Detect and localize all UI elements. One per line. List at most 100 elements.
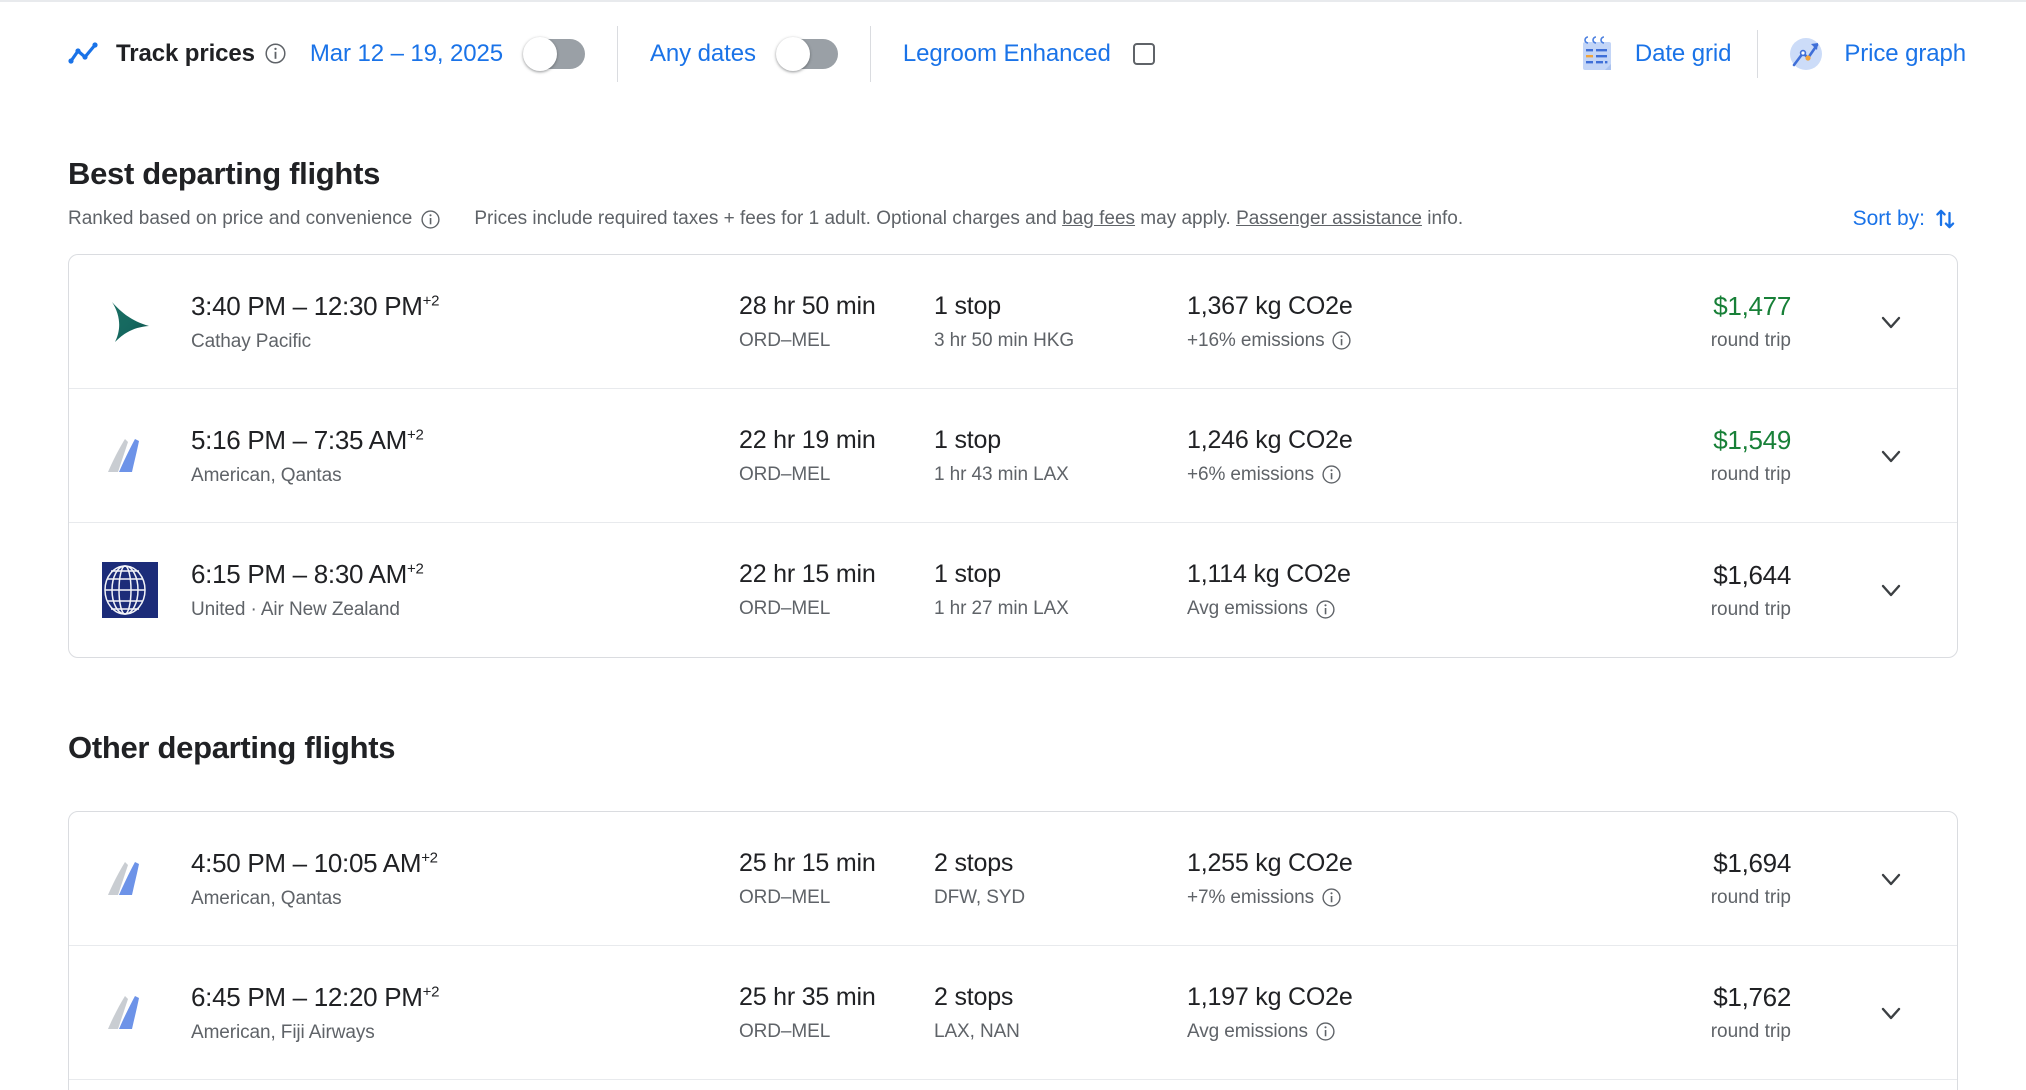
sort-by-label: Sort by: — [1853, 207, 1925, 231]
prices-disclaimer: Prices include required taxes + fees for… — [474, 208, 1463, 230]
price-cell: $1,644round trip — [1517, 560, 1853, 621]
flight-row[interactable]: 3:40 PM – 12:30 PM+2 Cathay Pacific28 hr … — [69, 255, 1957, 389]
section-subtitle: Ranked based on price and convenience Pr… — [68, 206, 1958, 232]
airline-name: American, Qantas — [191, 888, 739, 910]
flight-route: ORD–MEL — [739, 330, 934, 352]
price-cell: $1,477round trip — [1517, 291, 1853, 352]
expand-flight-button[interactable] — [1853, 577, 1929, 603]
price-trip-type: round trip — [1517, 1021, 1791, 1043]
layover-detail: 3 hr 50 min HKG — [934, 330, 1187, 352]
emissions-comparison: +16% emissions — [1187, 330, 1351, 352]
filters-toolbar: Track prices Mar 12 – 19, 2025 Any dates… — [0, 0, 2026, 105]
american-airlines-logo — [101, 850, 159, 908]
price-cell: $1,694round trip — [1517, 848, 1853, 909]
chevron-down-icon — [1878, 309, 1904, 335]
flight-row[interactable]: 4:50 PM – 10:05 AM+2American, Qantas25 h… — [69, 812, 1957, 946]
other-section-title: Other departing flights — [68, 730, 1958, 766]
flight-times: 4:50 PM – 10:05 AM+2 — [191, 848, 739, 879]
airline-name: American, Qantas — [191, 465, 739, 487]
flight-row[interactable]: 6:45 PM – 12:20 PM+2American, Fiji Airwa… — [69, 946, 1957, 1080]
price-trip-type: round trip — [1517, 330, 1791, 352]
flight-row-partial[interactable] — [69, 1080, 1957, 1090]
date-grid-label: Date grid — [1635, 40, 1731, 68]
chevron-down-icon — [1878, 866, 1904, 892]
info-icon[interactable] — [1316, 600, 1335, 619]
price-cell: $1,549round trip — [1517, 425, 1853, 486]
layover-detail: LAX, NAN — [934, 1021, 1187, 1043]
price-graph-icon — [1784, 32, 1828, 76]
price-graph-button[interactable]: Price graph — [1784, 32, 1966, 76]
info-icon[interactable] — [1316, 1022, 1335, 1041]
info-icon[interactable] — [1322, 888, 1341, 907]
flight-route: ORD–MEL — [739, 598, 934, 620]
flight-row[interactable]: 6:15 PM – 8:30 AM+2United · Air New Zeal… — [69, 523, 1957, 657]
price-trip-type: round trip — [1517, 464, 1791, 486]
duration-cell: 28 hr 50 minORD–MEL — [739, 292, 934, 352]
flight-times-cell: 6:45 PM – 12:20 PM+2American, Fiji Airwa… — [191, 982, 739, 1044]
passenger-assistance-link[interactable]: Passenger assistance — [1236, 208, 1422, 229]
expand-flight-button[interactable] — [1853, 443, 1929, 469]
emissions-comparison: Avg emissions — [1187, 1021, 1335, 1043]
stops-cell: 2 stopsLAX, NAN — [934, 983, 1187, 1043]
price-graph-label: Price graph — [1844, 40, 1966, 68]
airline-name: Cathay Pacific — [191, 331, 739, 353]
prices-text-3: info. — [1422, 208, 1463, 229]
layover-detail: 1 hr 43 min LAX — [934, 464, 1187, 486]
chevron-down-icon — [1878, 443, 1904, 469]
price-cell: $1,762 round trip — [1517, 982, 1853, 1043]
day-offset-badge: +2 — [423, 292, 440, 309]
emissions-value: 1,367 kg CO2e — [1187, 292, 1517, 321]
emissions-cell: 1,197 kg CO2e Avg emissions — [1187, 983, 1517, 1043]
flight-times-text: 5:16 PM – 7:35 AM — [191, 425, 407, 455]
toggle-knob — [523, 37, 557, 71]
expand-flight-button[interactable] — [1853, 1000, 1929, 1026]
track-prices-toggle[interactable] — [525, 39, 585, 69]
day-offset-badge: +2 — [407, 426, 424, 443]
airline-name: American, Fiji Airways — [191, 1022, 739, 1044]
flight-duration: 22 hr 19 min — [739, 426, 934, 455]
flight-times: 5:16 PM – 7:35 AM+2 — [191, 425, 739, 456]
info-icon[interactable] — [1332, 331, 1351, 350]
best-flights-card: 3:40 PM – 12:30 PM+2Cathay Pacific28 hr … — [68, 254, 1958, 658]
date-range-link[interactable]: Mar 12 – 19, 2025 — [310, 40, 503, 68]
toggle-knob — [776, 37, 810, 71]
chevron-down-icon — [1878, 1000, 1904, 1026]
expand-flight-button[interactable] — [1853, 866, 1929, 892]
info-icon[interactable] — [265, 43, 286, 64]
flight-times-cell: 3:40 PM – 12:30 PM+2 Cathay Pacific — [191, 291, 739, 353]
sort-by-button[interactable]: Sort by: — [1853, 206, 1958, 232]
chevron-down-icon — [1878, 577, 1904, 603]
emissions-value: 1,246 kg CO2e — [1187, 426, 1517, 455]
flight-duration: 22 hr 15 min — [739, 560, 934, 589]
expand-flight-button[interactable] — [1853, 309, 1929, 335]
airline-logo-cell — [69, 561, 191, 619]
airline-logo-cell — [69, 850, 191, 908]
track-prices-label: Track prices — [116, 40, 255, 68]
flight-price: $1,762 — [1517, 982, 1791, 1013]
info-icon[interactable] — [1322, 465, 1341, 484]
flight-row[interactable]: 5:16 PM – 7:35 AM+2 American, Qantas22 hr… — [69, 389, 1957, 523]
ranked-text: Ranked based on price and convenience — [68, 208, 412, 230]
date-grid-button[interactable]: Date grid — [1575, 32, 1731, 76]
any-dates-label: Any dates — [650, 40, 756, 68]
bag-fees-link[interactable]: bag fees — [1062, 208, 1135, 229]
flight-times-cell: 6:15 PM – 8:30 AM+2United · Air New Zeal… — [191, 559, 739, 621]
emissions-comparison: +6% emissions — [1187, 464, 1341, 486]
emissions-delta-text: +7% emissions — [1187, 887, 1314, 909]
legroom-enhanced-checkbox[interactable] — [1133, 43, 1155, 65]
layover-detail: 1 hr 27 min LAX — [934, 598, 1187, 620]
stops-count: 1 stop — [934, 426, 1187, 455]
duration-cell: 25 hr 35 minORD–MEL — [739, 983, 934, 1043]
emissions-value: 1,197 kg CO2e — [1187, 983, 1517, 1012]
flight-route: ORD–MEL — [739, 1021, 934, 1043]
stops-cell: 1 stop1 hr 27 min LAX — [934, 560, 1187, 620]
united-airlines-logo — [101, 561, 159, 619]
any-dates-toggle[interactable] — [778, 39, 838, 69]
stops-count: 1 stop — [934, 292, 1187, 321]
any-dates-group: Any dates — [650, 2, 838, 105]
track-prices-group: Track prices Mar 12 – 19, 2025 — [68, 2, 585, 105]
info-icon[interactable] — [421, 210, 440, 229]
flight-times-cell: 4:50 PM – 10:05 AM+2 American, Qantas — [191, 848, 739, 910]
flight-times-text: 3:40 PM – 12:30 PM — [191, 291, 423, 321]
stops-cell: 2 stopsDFW, SYD — [934, 849, 1187, 909]
